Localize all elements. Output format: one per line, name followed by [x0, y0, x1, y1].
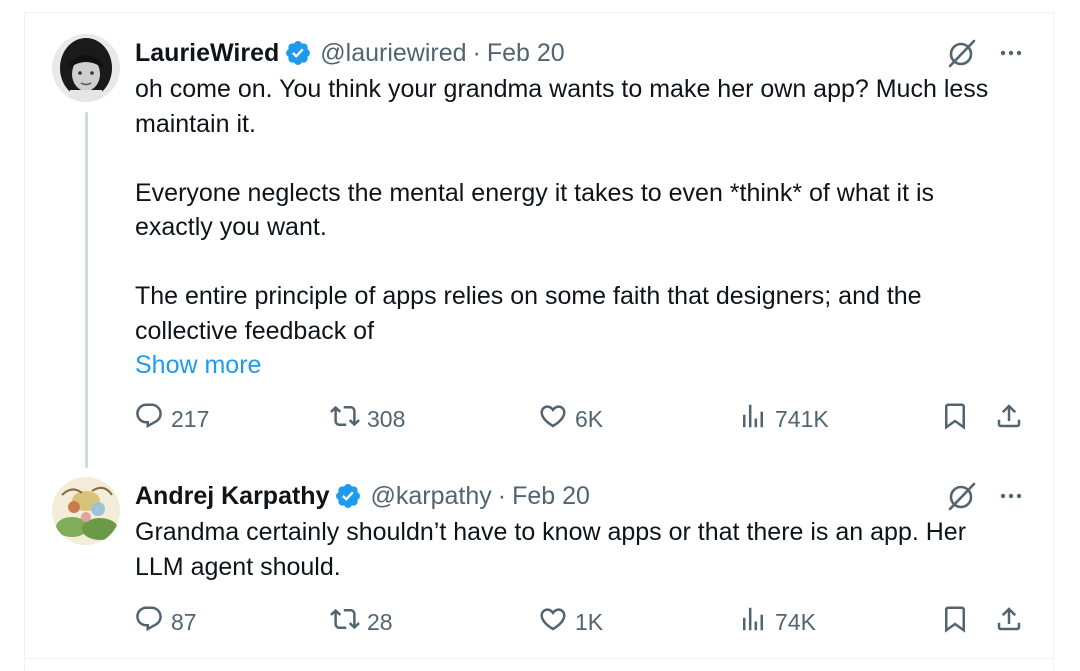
tweet-paragraph: oh come on. You think your grandma wants…	[135, 75, 996, 138]
like-count: 6K	[575, 405, 604, 432]
repost-button[interactable]: 308	[330, 402, 405, 436]
like-button[interactable]: 1K	[538, 605, 603, 639]
tweet-paragraph: The entire principle of apps relies on s…	[135, 282, 929, 345]
bookmark-button[interactable]	[940, 605, 970, 639]
repost-icon	[330, 401, 367, 437]
verified-badge-icon	[334, 482, 362, 510]
reply-count: 87	[171, 608, 197, 635]
repost-count: 28	[367, 608, 393, 635]
views-button[interactable]: 74K	[738, 605, 816, 639]
heart-icon	[538, 401, 575, 437]
tweet-date[interactable]: Feb 20	[512, 482, 590, 511]
separator-dot: ·	[472, 38, 481, 67]
more-icon[interactable]	[998, 483, 1024, 509]
repost-button[interactable]: 28	[330, 605, 393, 639]
tweet-date[interactable]: Feb 20	[487, 39, 565, 68]
bookmark-icon	[940, 604, 970, 640]
author-handle[interactable]: @lauriewired	[320, 39, 466, 68]
heart-icon	[538, 604, 575, 640]
share-button[interactable]	[994, 605, 1024, 639]
thread-connector-line	[85, 112, 88, 468]
verified-badge-icon	[284, 39, 312, 67]
tweet-paragraph: Everyone neglects the mental energy it t…	[135, 178, 942, 242]
views-count: 74K	[775, 608, 816, 635]
bookmark-button[interactable]	[940, 402, 970, 436]
tweet-header: Andrej Karpathy @karpathy · Feb 20	[135, 479, 590, 513]
share-button[interactable]	[994, 402, 1024, 436]
views-icon	[738, 604, 775, 640]
tweet-action-bar: 87 28 1K 74K	[134, 605, 1034, 639]
frame-border-top	[24, 12, 1054, 13]
tweet-top-actions	[946, 36, 1024, 70]
reply-count: 217	[171, 405, 210, 432]
reply-icon	[134, 604, 171, 640]
reply-button[interactable]: 217	[134, 402, 209, 436]
views-icon	[738, 401, 775, 437]
repost-count: 308	[367, 405, 406, 432]
grok-icon[interactable]	[946, 37, 978, 69]
reply-button[interactable]: 87	[134, 605, 197, 639]
grok-icon[interactable]	[946, 480, 978, 512]
share-icon	[994, 401, 1024, 437]
author-handle[interactable]: @karpathy	[370, 482, 491, 511]
frame-border-right	[1053, 12, 1054, 671]
tweet-text: Grandma certainly shouldn’t have to know…	[135, 515, 1005, 584]
tweet-header: LaurieWired @lauriewired · Feb 20	[135, 36, 565, 70]
tweet-paragraph: Grandma certainly shouldn’t have to know…	[135, 518, 973, 581]
tweet-text: oh come on. You think your grandma wants…	[135, 72, 1005, 382]
bookmark-icon	[940, 401, 970, 437]
reply-icon	[134, 401, 171, 437]
tweet-action-bar: 217 308 6K 741K	[134, 402, 1034, 436]
like-count: 1K	[575, 608, 604, 635]
show-more-link[interactable]: Show more	[135, 348, 1005, 382]
avatar[interactable]	[52, 477, 120, 545]
repost-icon	[330, 604, 367, 640]
frame-border-bottom	[24, 658, 1054, 659]
author-name[interactable]: Andrej Karpathy	[135, 482, 329, 511]
more-icon[interactable]	[998, 40, 1024, 66]
tweet-paragraph-spacer	[135, 245, 1005, 280]
timeline: LaurieWired @lauriewired · Feb 20 oh com…	[0, 0, 1080, 671]
separator-dot: ·	[497, 481, 507, 510]
frame-border-left	[24, 12, 25, 671]
author-name[interactable]: LaurieWired	[135, 39, 279, 68]
tweet-top-actions	[946, 479, 1024, 513]
tweet-paragraph-spacer	[135, 141, 1005, 176]
share-icon	[994, 604, 1024, 640]
avatar[interactable]	[52, 34, 120, 102]
views-button[interactable]: 741K	[738, 402, 829, 436]
like-button[interactable]: 6K	[538, 402, 603, 436]
views-count: 741K	[775, 405, 829, 432]
